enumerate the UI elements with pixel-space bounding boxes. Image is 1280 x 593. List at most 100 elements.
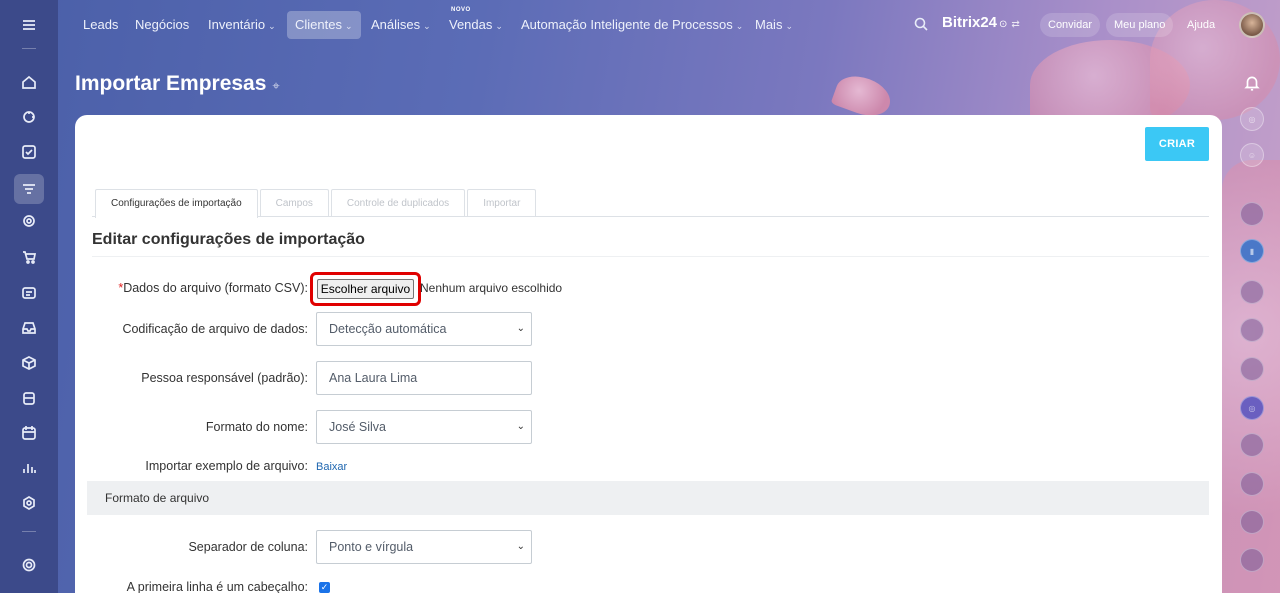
page-title-text: Importar Empresas	[75, 72, 267, 95]
box-icon[interactable]	[17, 351, 41, 375]
tab-fields[interactable]: Campos	[259, 189, 329, 217]
inbox-icon[interactable]	[17, 316, 41, 340]
nav-vendas-label: Vendas	[449, 17, 493, 32]
rail-avatar[interactable]	[1240, 433, 1264, 457]
nav-mais-label: Mais	[755, 17, 783, 32]
home-icon[interactable]	[17, 70, 41, 94]
name-format-value: José Silva	[329, 420, 386, 434]
responsible-label: Pessoa responsável (padrão):	[141, 371, 308, 385]
separator-label: Separador de coluna:	[188, 540, 308, 554]
cart-icon[interactable]	[17, 245, 41, 269]
download-sample-link[interactable]: Baixar	[316, 461, 347, 473]
import-card: CRIAR Configurações de importação Campos…	[75, 115, 1222, 593]
rail-avatar[interactable]	[1240, 548, 1264, 572]
help-button[interactable]: Ajuda	[1179, 13, 1223, 37]
chevron-down-icon: ⌄	[423, 21, 431, 31]
invite-button[interactable]: Convidar	[1040, 13, 1101, 37]
rail-avatar[interactable]	[1240, 357, 1264, 381]
chevron-down-icon: ⌄	[516, 323, 525, 334]
chevron-down-icon: ⌄	[735, 21, 744, 31]
name-format-select[interactable]: José Silva ⌄	[316, 410, 532, 444]
rail-avatar[interactable]	[1240, 202, 1264, 226]
responsible-input[interactable]: Ana Laura Lima	[316, 361, 532, 395]
hexagon-icon[interactable]	[17, 491, 41, 515]
user-avatar[interactable]	[1239, 12, 1265, 38]
nav-mais[interactable]: Mais ⌄	[747, 11, 801, 39]
nav-automacao-label: Automação Inteligente de Processos	[521, 17, 733, 32]
nav-automacao[interactable]: Automação Inteligente de Processos ⌄	[513, 11, 751, 39]
tabs-divider	[92, 216, 1209, 217]
nav-leads[interactable]: Leads	[75, 11, 126, 39]
analytics-icon[interactable]	[17, 456, 41, 480]
choose-file-button[interactable]: Escolher arquivo	[317, 279, 414, 299]
rail-avatar[interactable]	[1240, 318, 1264, 342]
tasks-icon[interactable]	[17, 140, 41, 164]
chat-icon[interactable]: ☺	[1240, 143, 1264, 167]
header-row-checkbox[interactable]: ✓	[319, 582, 330, 593]
nav-inventario[interactable]: Inventário ⌄	[200, 11, 284, 39]
header-row-label: A primeira linha é um cabeçalho:	[126, 580, 308, 593]
calendar-icon[interactable]	[17, 421, 41, 445]
copilot-icon[interactable]: ◎	[1240, 107, 1264, 131]
chevron-down-icon: ⌄	[785, 21, 793, 31]
store-icon[interactable]	[17, 386, 41, 410]
menu-icon[interactable]	[17, 13, 41, 37]
file-data-label-text: Dados do arquivo (formato CSV):	[123, 281, 308, 295]
feed-icon[interactable]	[17, 105, 41, 129]
crm-filter-icon[interactable]	[14, 174, 44, 204]
nav-analises[interactable]: Análises ⌄	[363, 11, 439, 39]
sidebar-divider	[22, 48, 36, 49]
responsible-value: Ana Laura Lima	[329, 371, 418, 385]
nav-analises-label: Análises	[371, 17, 421, 32]
page-title: Importar Empresas ⌖	[75, 72, 280, 96]
tab-import[interactable]: Importar	[467, 189, 537, 217]
separator-value: Ponto e vírgula	[329, 540, 414, 554]
bookmark-icon[interactable]: ▮	[1240, 239, 1264, 263]
my-plan-button[interactable]: Meu plano	[1106, 13, 1174, 37]
sample-label: Importar exemplo de arquivo:	[145, 459, 308, 473]
separator-select[interactable]: Ponto e vírgula ⌄	[316, 530, 532, 564]
contact-card-icon[interactable]	[17, 281, 41, 305]
swap-icon: ⇄	[1011, 19, 1020, 30]
file-data-label: *Dados do arquivo (formato CSV):	[118, 281, 308, 295]
brand-label: Bitrix24	[942, 14, 998, 31]
rail-avatar[interactable]	[1240, 280, 1264, 304]
rail-avatar[interactable]	[1240, 510, 1264, 534]
bitrix24-logo[interactable]: Bitrix24 ⊙ ⇄	[942, 14, 1020, 31]
sidebar-divider	[22, 531, 36, 532]
help-label: Ajuda	[1187, 19, 1216, 31]
chevron-down-icon: ⌄	[268, 21, 276, 31]
clock-icon: ⊙	[999, 19, 1008, 30]
import-tabs: Configurações de importação Campos Contr…	[95, 189, 538, 218]
nav-vendas[interactable]: Vendas ⌄	[441, 11, 511, 39]
encoding-value: Detecção automática	[329, 322, 447, 336]
nav-clientes-label: Clientes	[295, 17, 342, 32]
pin-icon[interactable]: ⌖	[272, 78, 279, 93]
section-title: Editar configurações de importação	[92, 231, 365, 248]
settings-gear-icon[interactable]	[17, 553, 41, 577]
encoding-select[interactable]: Detecção automática ⌄	[316, 312, 532, 346]
tab-import-settings[interactable]: Configurações de importação	[95, 189, 258, 218]
my-plan-label: Meu plano	[1114, 19, 1166, 31]
nav-negocios[interactable]: Negócios	[127, 11, 197, 39]
chevron-down-icon: ⌄	[516, 421, 525, 432]
file-status: Nenhum arquivo escolhido	[420, 281, 563, 295]
target-icon[interactable]	[17, 209, 41, 233]
encoding-label: Codificação de arquivo de dados:	[122, 322, 308, 336]
rail-avatar[interactable]	[1240, 472, 1264, 496]
create-button[interactable]: CRIAR	[1145, 127, 1209, 161]
tab-duplicate-control[interactable]: Controle de duplicados	[330, 189, 466, 217]
left-sidebar	[0, 0, 58, 593]
search-icon[interactable]	[913, 16, 929, 32]
name-format-label: Formato do nome:	[205, 420, 308, 434]
nav-leads-label: Leads	[83, 17, 119, 32]
nav-negocios-label: Negócios	[135, 17, 190, 32]
copilot-icon[interactable]: ◎	[1240, 396, 1264, 420]
section-divider	[92, 256, 1209, 257]
top-navigation: Leads Negócios Inventário ⌄ Clientes ⌄ Aná…	[58, 0, 1280, 50]
nav-inventario-label: Inventário	[208, 17, 266, 32]
chevron-down-icon: ⌄	[516, 541, 525, 552]
nav-clientes[interactable]: Clientes ⌄	[287, 11, 361, 39]
notification-bell-icon[interactable]	[1243, 74, 1261, 92]
checkmark-icon: ✓	[320, 582, 329, 592]
